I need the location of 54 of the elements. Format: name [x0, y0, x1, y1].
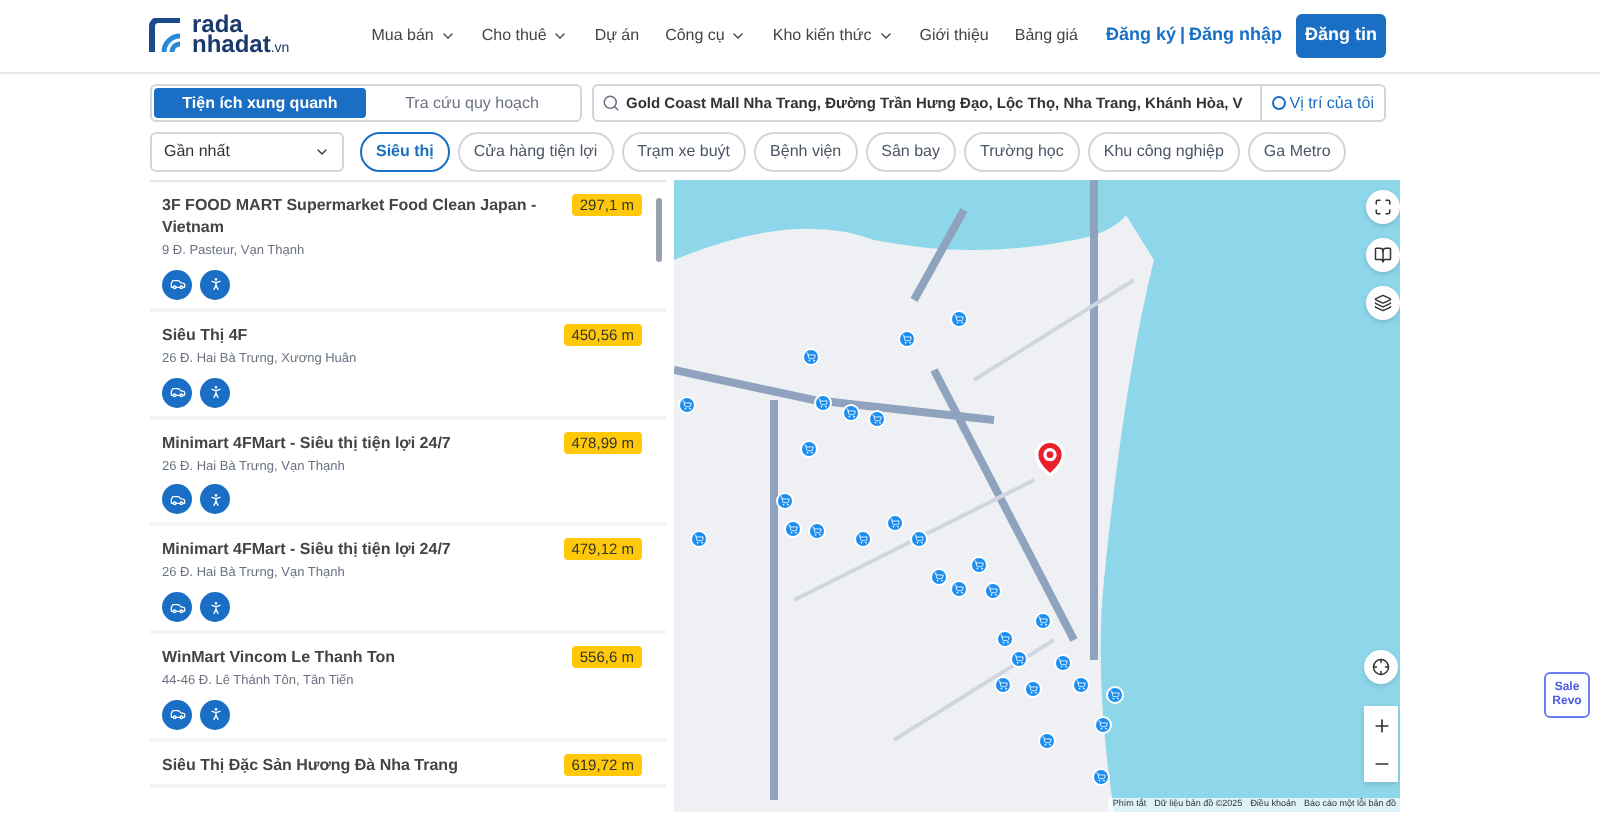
walking-person-icon[interactable]: [200, 592, 230, 622]
nav-link[interactable]: Kho kiến thức: [772, 24, 894, 48]
place-name[interactable]: Siêu Thị Đặc Sản Hương Đà Nha Trang: [162, 753, 564, 776]
chevron-down-icon: [314, 144, 330, 160]
nav-link[interactable]: Giới thiệu: [919, 24, 989, 48]
sort-select[interactable]: Gần nhất: [150, 132, 344, 172]
crosshair-icon: [1372, 658, 1390, 676]
fullscreen-icon: [1374, 198, 1392, 216]
place-name[interactable]: 3F FOOD MART Supermarket Food Clean Japan - Vietnam: [162, 194, 572, 238]
login-link[interactable]: Đăng nhập: [1189, 22, 1282, 50]
nav-link[interactable]: Mua bán: [371, 24, 456, 48]
category-chip[interactable]: Khu công nghiệp: [1087, 132, 1240, 172]
post-button[interactable]: Đăng tin: [1296, 14, 1386, 58]
chevron-down-icon: [730, 28, 747, 44]
nav-link[interactable]: Dự án: [594, 24, 640, 48]
car-icon[interactable]: [162, 699, 192, 730]
place-name[interactable]: Minimart 4FMart - Siêu thị tiện lợi 24/7: [162, 538, 564, 561]
car-icon[interactable]: [162, 377, 192, 407]
register-link[interactable]: Đăng ký: [1105, 22, 1176, 50]
walking-person-icon[interactable]: [200, 377, 230, 407]
category-chip[interactable]: Sân bay: [865, 132, 956, 172]
scrollbar: [656, 198, 662, 262]
nav-link[interactable]: Cho thuê: [481, 24, 569, 48]
chevron-down-icon: [877, 28, 894, 44]
walking-person-icon[interactable]: [200, 699, 230, 730]
chevron-down-icon: [439, 28, 456, 44]
layers-icon: [1374, 294, 1392, 312]
category-chip[interactable]: Cửa hàng tiện lợi: [457, 132, 614, 172]
book-icon: [1374, 246, 1392, 264]
mode-tab[interactable]: Tiện ích xung quanh: [154, 88, 366, 118]
chevron-down-icon: [552, 28, 569, 44]
car-icon[interactable]: [162, 484, 192, 515]
category-chip[interactable]: Ga Metro: [1247, 132, 1347, 172]
car-icon[interactable]: [162, 592, 192, 622]
place-name[interactable]: Siêu Thị 4F: [162, 323, 564, 346]
logo-text: rada: [192, 13, 243, 33]
search-icon: [602, 94, 620, 112]
category-chip[interactable]: Bệnh viện: [754, 132, 858, 172]
my-location-button[interactable]: Vị trí của tôi: [1259, 86, 1384, 120]
nav-link[interactable]: Công cụ: [665, 24, 747, 48]
separator-text: |: [1179, 22, 1185, 49]
nav-link[interactable]: Bảng giá: [1014, 24, 1078, 48]
plus-icon: [1371, 715, 1391, 735]
category-chip[interactable]: Siêu thị: [360, 132, 450, 172]
category-chip[interactable]: Trường học: [963, 132, 1080, 172]
car-icon[interactable]: [162, 269, 192, 300]
walking-person-icon[interactable]: [200, 484, 230, 515]
place-name[interactable]: WinMart Vincom Le Thanh Ton: [162, 646, 572, 668]
category-chip[interactable]: Trạm xe buýt: [621, 132, 747, 172]
location-pin-icon: [1030, 438, 1070, 478]
logo-mark-icon: [148, 18, 184, 54]
place-name[interactable]: Minimart 4FMart - Siêu thị tiện lợi 24/7: [162, 431, 564, 453]
mode-tab[interactable]: Tra cứu quy hoạch: [366, 88, 578, 118]
walking-person-icon[interactable]: [200, 269, 230, 300]
